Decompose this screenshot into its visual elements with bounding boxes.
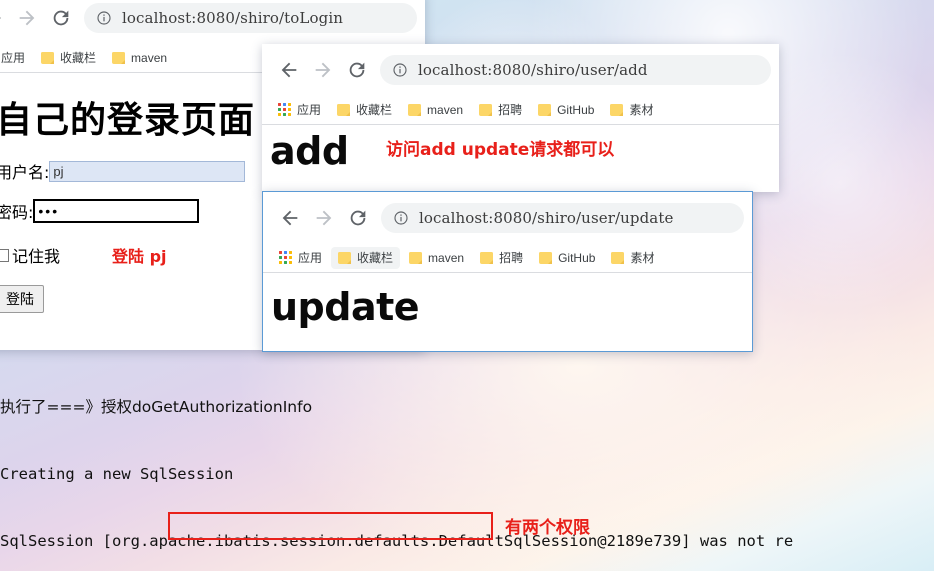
- bookmark-label: 收藏栏: [357, 251, 394, 265]
- folder-icon: [112, 51, 126, 64]
- bookmark-apps[interactable]: 应用: [272, 247, 329, 269]
- bookmark-folder-1[interactable]: 收藏栏: [331, 246, 401, 269]
- bookmark-label: 招聘: [498, 103, 523, 117]
- folder-icon: [610, 103, 624, 116]
- browser-window-update[interactable]: localhost:8080/shiro/user/update 应用 收藏栏 …: [262, 191, 753, 352]
- bookmark-folder-2[interactable]: maven: [105, 47, 174, 69]
- bookmark-folder-5[interactable]: 素材: [604, 247, 661, 269]
- address-bar-url: localhost:8080/shiro/user/add: [418, 60, 648, 79]
- bookmark-folder-2[interactable]: maven: [401, 99, 470, 121]
- address-bar-login[interactable]: localhost:8080/shiro/toLogin: [84, 2, 417, 33]
- desktop-background: localhost:8080/shiro/toLogin 应用 收藏栏 mave…: [0, 0, 934, 571]
- bookmark-folder-3[interactable]: 招聘: [473, 247, 530, 269]
- bookmark-label: GitHub: [558, 250, 596, 265]
- reload-icon[interactable]: [340, 53, 374, 87]
- info-circle-icon[interactable]: [393, 210, 409, 226]
- folder-icon: [408, 103, 422, 116]
- folder-icon: [611, 251, 625, 264]
- browser-toolbar-add: localhost:8080/shiro/user/add: [262, 44, 779, 95]
- update-page-content: update: [263, 273, 752, 351]
- password-label: 密码:: [0, 203, 34, 222]
- console-line: 执行了===》授权doGetAuthorizationInfo: [0, 398, 313, 417]
- update-page-text: update: [271, 285, 420, 329]
- bookmark-label: 应用: [298, 251, 323, 265]
- bookmark-label: 素材: [630, 251, 655, 265]
- info-circle-icon[interactable]: [96, 10, 112, 26]
- row-red-annotation: 有两个权限: [505, 518, 590, 538]
- browser-toolbar-login: localhost:8080/shiro/toLogin: [0, 0, 425, 43]
- add-page-content: add 访问add update请求都可以: [262, 125, 779, 192]
- bookmarks-bar-update: 应用 收藏栏 maven 招聘 GitHub 素材: [263, 243, 752, 273]
- bookmark-folder-4[interactable]: GitHub: [532, 247, 602, 269]
- browser-toolbar-update: localhost:8080/shiro/user/update: [263, 192, 752, 243]
- folder-icon: [480, 251, 494, 264]
- back-icon[interactable]: [273, 201, 307, 235]
- bookmark-label: maven: [131, 50, 168, 65]
- forward-icon[interactable]: [306, 53, 340, 87]
- address-bar-url: localhost:8080/shiro/user/update: [419, 208, 674, 227]
- forward-icon[interactable]: [10, 1, 44, 35]
- bookmark-label: 招聘: [499, 251, 524, 265]
- folder-icon: [337, 103, 351, 116]
- bookmark-label: 应用: [297, 103, 322, 117]
- login-submit-button[interactable]: 登陆: [0, 285, 44, 313]
- folder-icon: [338, 251, 352, 264]
- bookmark-folder-3[interactable]: 招聘: [472, 99, 529, 121]
- bookmark-folder-4[interactable]: GitHub: [531, 99, 601, 121]
- username-input[interactable]: [49, 160, 246, 182]
- bookmark-label: 素材: [629, 103, 654, 117]
- folder-icon: [539, 251, 553, 264]
- apps-grid-icon: [279, 251, 292, 264]
- folder-icon: [41, 51, 55, 64]
- back-icon[interactable]: [0, 1, 10, 35]
- login-red-annotation: 登陆 pj: [112, 247, 167, 266]
- remember-me-label: 记住我: [12, 247, 61, 266]
- back-icon[interactable]: [272, 53, 306, 87]
- bookmark-folder-1[interactable]: 收藏栏: [34, 47, 103, 69]
- forward-icon[interactable]: [307, 201, 341, 235]
- password-input[interactable]: [33, 199, 200, 223]
- remember-me-checkbox[interactable]: [0, 248, 9, 262]
- folder-icon: [479, 103, 493, 116]
- bookmark-apps[interactable]: 应用: [271, 99, 328, 121]
- address-bar-add[interactable]: localhost:8080/shiro/user/add: [380, 54, 771, 85]
- bookmark-label: maven: [427, 102, 464, 117]
- folder-icon: [538, 103, 552, 116]
- apps-grid-icon: [278, 103, 291, 116]
- reload-icon[interactable]: [341, 201, 375, 235]
- bookmark-label: GitHub: [557, 102, 595, 117]
- bookmark-apps[interactable]: 应用: [0, 47, 32, 69]
- bookmark-label: 收藏栏: [60, 51, 97, 65]
- bookmark-label: 收藏栏: [356, 103, 393, 117]
- bookmark-folder-1[interactable]: 收藏栏: [330, 99, 399, 121]
- address-bar-url: localhost:8080/shiro/toLogin: [122, 8, 343, 27]
- bookmark-label: 应用: [1, 51, 26, 65]
- console-log-panel[interactable]: 执行了===》授权doGetAuthorizationInfo Creating…: [0, 352, 934, 571]
- bookmark-folder-5[interactable]: 素材: [603, 99, 660, 121]
- browser-window-add[interactable]: localhost:8080/shiro/user/add 应用 收藏栏 mav…: [262, 44, 779, 192]
- add-red-annotation: 访问add update请求都可以: [386, 140, 615, 160]
- bookmarks-bar-add: 应用 收藏栏 maven 招聘 GitHub 素材: [262, 95, 779, 125]
- folder-icon: [409, 251, 423, 264]
- bookmark-label: maven: [428, 250, 465, 265]
- console-line: Creating a new SqlSession: [0, 465, 234, 484]
- info-circle-icon[interactable]: [392, 62, 408, 78]
- bookmark-folder-2[interactable]: maven: [402, 247, 471, 269]
- username-label: 用户名:: [0, 163, 50, 182]
- reload-icon[interactable]: [44, 1, 78, 35]
- console-line: SqlSession [org.apache.ibatis.session.de…: [0, 531, 794, 550]
- address-bar-update[interactable]: localhost:8080/shiro/user/update: [381, 202, 744, 233]
